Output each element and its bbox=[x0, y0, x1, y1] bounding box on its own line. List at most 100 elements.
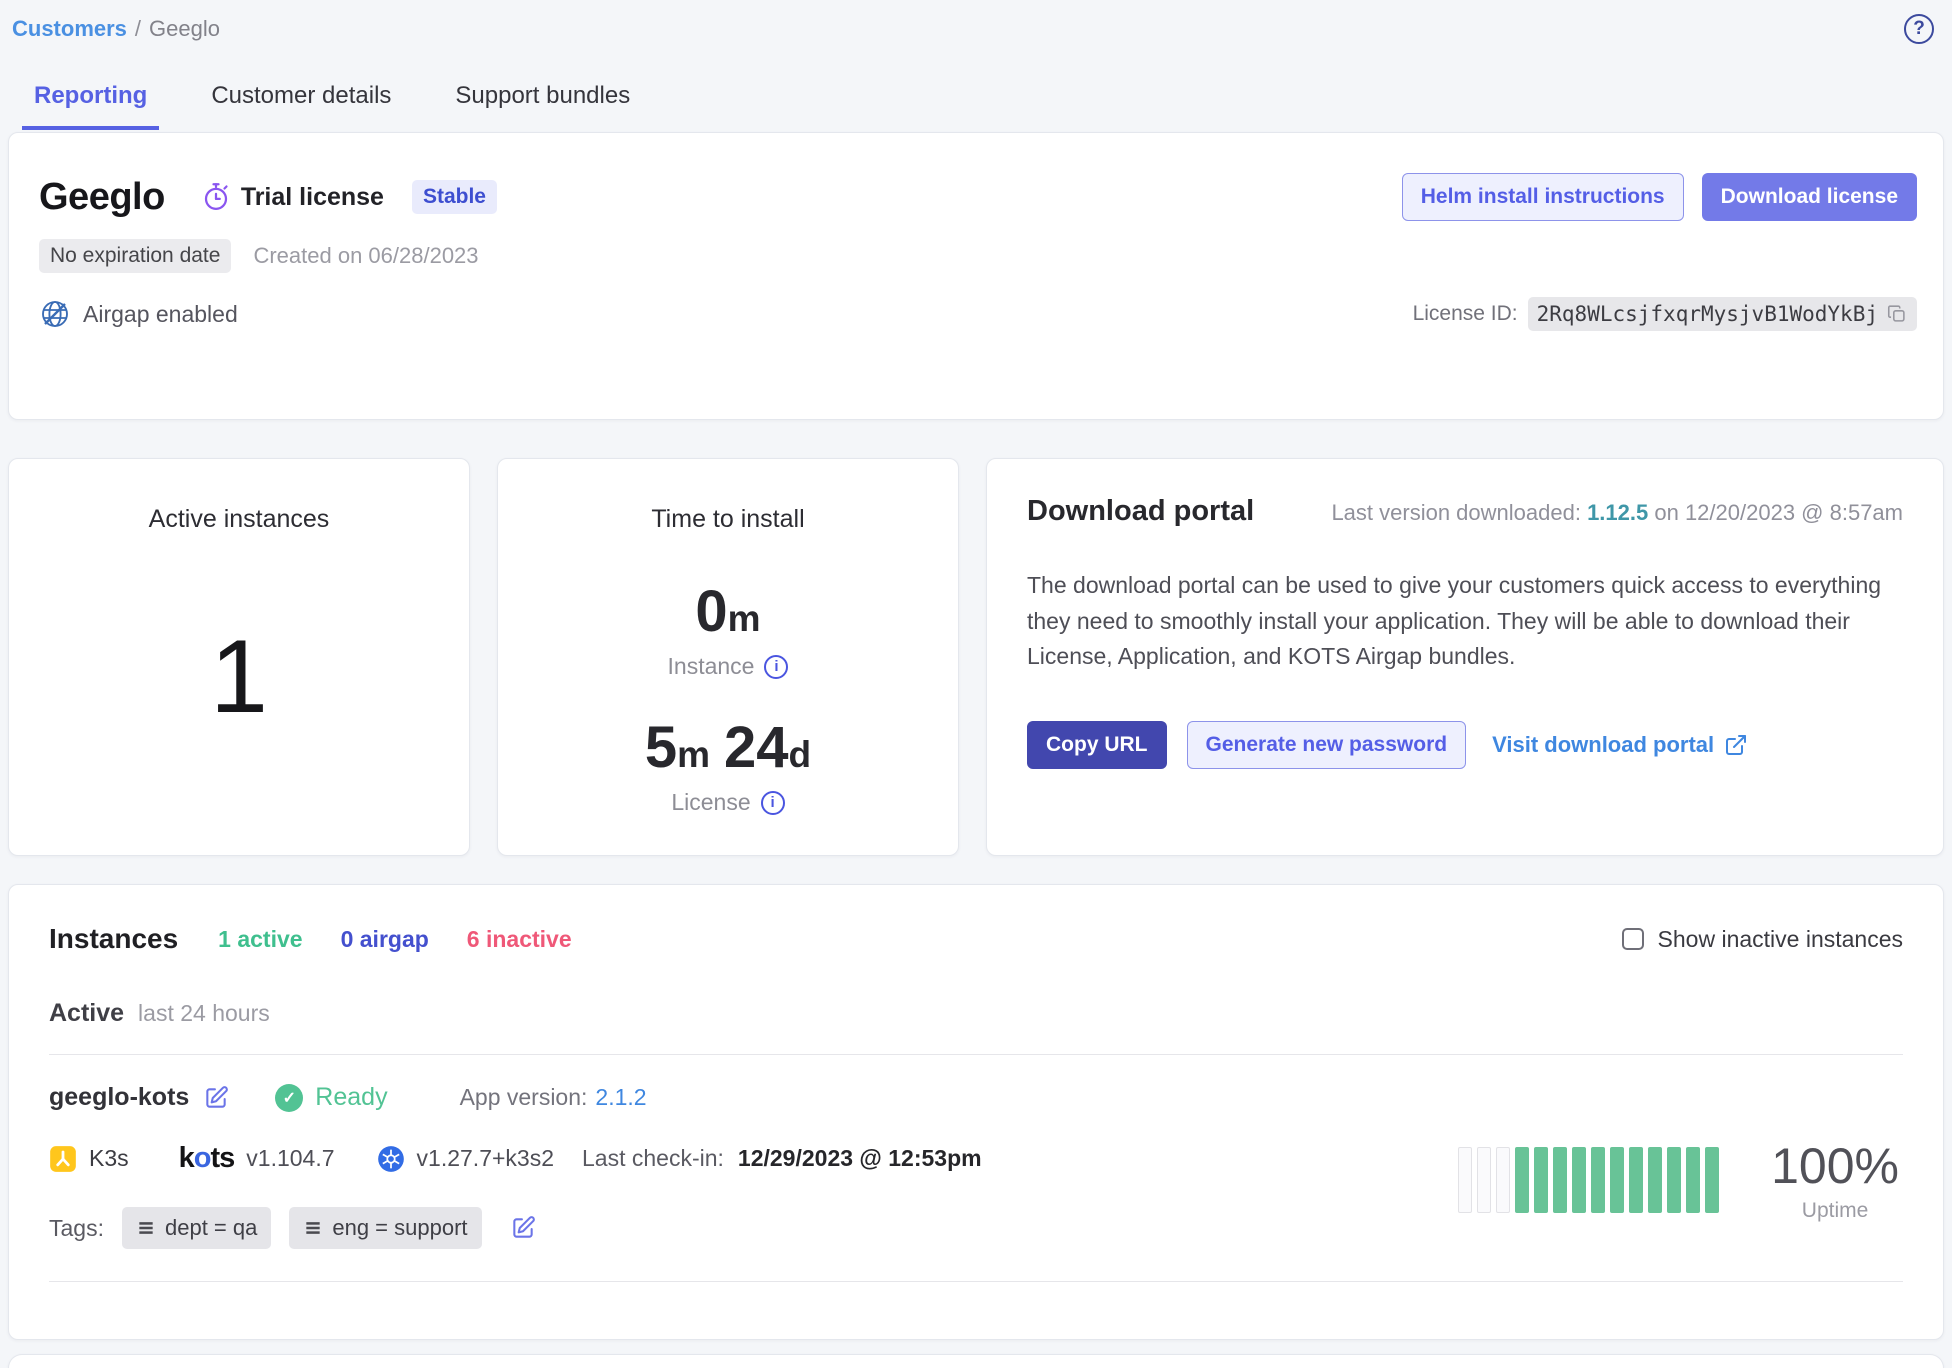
license-meta-row: No expiration date Created on 06/28/2023 bbox=[39, 239, 1917, 273]
instances-title: Instances bbox=[49, 923, 178, 955]
airgap-globe-icon bbox=[39, 298, 71, 330]
instance-time-value: 0 bbox=[695, 578, 727, 645]
kubernetes-version-value: v1.27.7+k3s2 bbox=[417, 1145, 554, 1172]
kubernetes-icon bbox=[377, 1145, 405, 1173]
active-instances-count: 1 bbox=[210, 618, 268, 737]
help-icon[interactable] bbox=[1904, 14, 1934, 44]
license-time-unit-1: m bbox=[677, 734, 710, 776]
airgap-count[interactable]: 0 airgap bbox=[341, 926, 429, 953]
last-version-downloaded: Last version downloaded: 1.12.5 on 12/20… bbox=[1331, 500, 1903, 526]
license-time-unit-2: d bbox=[789, 734, 812, 776]
tab-customer-details[interactable]: Customer details bbox=[199, 72, 403, 130]
tag-text: eng = support bbox=[332, 1215, 467, 1241]
show-inactive-checkbox[interactable] bbox=[1622, 928, 1644, 950]
uptime-bar-up bbox=[1591, 1147, 1605, 1213]
license-info-icon[interactable] bbox=[761, 791, 785, 815]
kubernetes-version: v1.27.7+k3s2 bbox=[377, 1145, 554, 1173]
airgap-status: Airgap enabled bbox=[39, 298, 238, 330]
show-inactive-toggle: Show inactive instances bbox=[1622, 926, 1903, 953]
expiration-badge: No expiration date bbox=[39, 239, 231, 273]
license-type: Trial license bbox=[201, 182, 384, 212]
instance-row: geeglo-kots Ready App versio bbox=[49, 1083, 1903, 1249]
license-type-label: Trial license bbox=[241, 183, 384, 212]
download-portal-actions: Copy URL Generate new password Visit dow… bbox=[1027, 721, 1903, 769]
instance-time-label-row: Instance bbox=[668, 653, 789, 680]
distribution: K3s bbox=[49, 1145, 129, 1173]
airgap-label: Airgap enabled bbox=[83, 301, 238, 328]
inactive-count[interactable]: 6 inactive bbox=[467, 926, 572, 953]
license-id-chip: 2Rq8WLcsjfxqrMysjvB1WodYkBj bbox=[1528, 297, 1917, 331]
uptime-meta: 100% Uptime bbox=[1771, 1137, 1899, 1223]
license-time-label: License bbox=[671, 789, 750, 816]
edit-instance-name-icon[interactable] bbox=[203, 1085, 229, 1111]
tag-text: dept = qa bbox=[165, 1215, 257, 1241]
instance-title-row: geeglo-kots Ready App versio bbox=[49, 1083, 1458, 1112]
last-checkin-label: Last check-in: bbox=[582, 1145, 724, 1172]
uptime-bar-up bbox=[1629, 1147, 1643, 1213]
uptime-bar-up bbox=[1572, 1147, 1586, 1213]
active-instances-title: Active instances bbox=[149, 505, 330, 534]
copy-icon[interactable] bbox=[1886, 303, 1908, 325]
license-id-value: 2Rq8WLcsjfxqrMysjvB1WodYkBj bbox=[1537, 302, 1878, 326]
app-version: App version: 2.1.2 bbox=[460, 1084, 647, 1111]
copy-url-button[interactable]: Copy URL bbox=[1027, 721, 1167, 769]
kots-version: kots v1.104.7 bbox=[179, 1142, 335, 1175]
license-summary-card: Geeglo Trial license Stabl bbox=[8, 132, 1944, 420]
license-id-label: License ID: bbox=[1413, 302, 1518, 326]
active-count[interactable]: 1 active bbox=[218, 926, 302, 953]
license-time-label-row: License bbox=[671, 789, 784, 816]
last-version-link[interactable]: 1.12.5 bbox=[1587, 500, 1648, 525]
uptime-bar-up bbox=[1686, 1147, 1700, 1213]
distribution-label: K3s bbox=[89, 1145, 129, 1172]
instances-header: Instances 1 active 0 airgap 6 inactive S… bbox=[49, 923, 1903, 955]
customer-reporting-page: Customers/Geeglo Reporting Customer deta… bbox=[0, 0, 1952, 1368]
active-subheader: last 24 hours bbox=[138, 1000, 270, 1027]
app-version-link[interactable]: 2.1.2 bbox=[595, 1084, 646, 1111]
edit-tags-icon[interactable] bbox=[510, 1215, 536, 1241]
license-time: 5 m 24 d bbox=[645, 714, 811, 781]
instance-versions-row: K3s kots v1.104.7 bbox=[49, 1142, 1458, 1175]
uptime-label: Uptime bbox=[1771, 1199, 1899, 1223]
breadcrumb: Customers/Geeglo bbox=[12, 16, 220, 42]
license-time-value-2: 24 bbox=[724, 714, 789, 781]
download-portal-card: Download portal Last version downloaded:… bbox=[986, 458, 1944, 856]
helm-install-instructions-button[interactable]: Helm install instructions bbox=[1402, 173, 1684, 221]
uptime-bar-up bbox=[1667, 1147, 1681, 1213]
time-to-install-title: Time to install bbox=[651, 505, 804, 534]
tags-label: Tags: bbox=[49, 1215, 104, 1242]
instance-time: 0 m bbox=[695, 578, 760, 645]
page-content: Geeglo Trial license Stabl bbox=[0, 132, 1952, 1368]
uptime-bar-empty bbox=[1458, 1147, 1472, 1213]
instance-info-icon[interactable] bbox=[764, 655, 788, 679]
divider bbox=[49, 1281, 1903, 1282]
last-checkin-value: 12/29/2023 @ 12:53pm bbox=[738, 1145, 982, 1172]
tag-pill: eng = support bbox=[289, 1207, 481, 1249]
instance-details: geeglo-kots Ready App versio bbox=[49, 1083, 1458, 1249]
download-license-button[interactable]: Download license bbox=[1702, 173, 1917, 221]
instance-tags-row: Tags: dept = qa bbox=[49, 1207, 1458, 1249]
uptime-percent: 100% bbox=[1771, 1137, 1899, 1195]
tab-support-bundles[interactable]: Support bundles bbox=[443, 72, 642, 130]
stats-row: Active instances 1 Time to install 0 m I… bbox=[8, 458, 1944, 856]
generate-new-password-button[interactable]: Generate new password bbox=[1187, 721, 1467, 769]
time-to-install-card: Time to install 0 m Instance 5 m bbox=[497, 458, 959, 856]
breadcrumb-current: Geeglo bbox=[149, 16, 220, 41]
uptime-bars bbox=[1458, 1147, 1719, 1213]
show-inactive-label: Show inactive instances bbox=[1658, 926, 1903, 953]
uptime-bar-up bbox=[1534, 1147, 1548, 1213]
download-portal-title: Download portal bbox=[1027, 495, 1254, 528]
last-version-prefix: Last version downloaded: bbox=[1331, 500, 1581, 525]
divider bbox=[49, 1054, 1903, 1055]
license-time-value-1: 5 bbox=[645, 714, 677, 781]
instance-uptime: 100% Uptime bbox=[1458, 1111, 1903, 1249]
visit-download-portal-link[interactable]: Visit download portal bbox=[1492, 732, 1748, 758]
instances-counts: 1 active 0 airgap 6 inactive bbox=[218, 926, 571, 953]
visit-download-portal-label: Visit download portal bbox=[1492, 732, 1714, 758]
breadcrumb-customers-link[interactable]: Customers bbox=[12, 16, 127, 41]
instance-time-unit: m bbox=[728, 598, 761, 640]
check-circle-icon bbox=[275, 1084, 303, 1112]
k3s-icon bbox=[49, 1145, 77, 1173]
download-portal-header: Download portal Last version downloaded:… bbox=[1027, 495, 1903, 528]
external-link-icon bbox=[1724, 733, 1748, 757]
tab-reporting[interactable]: Reporting bbox=[22, 72, 159, 130]
